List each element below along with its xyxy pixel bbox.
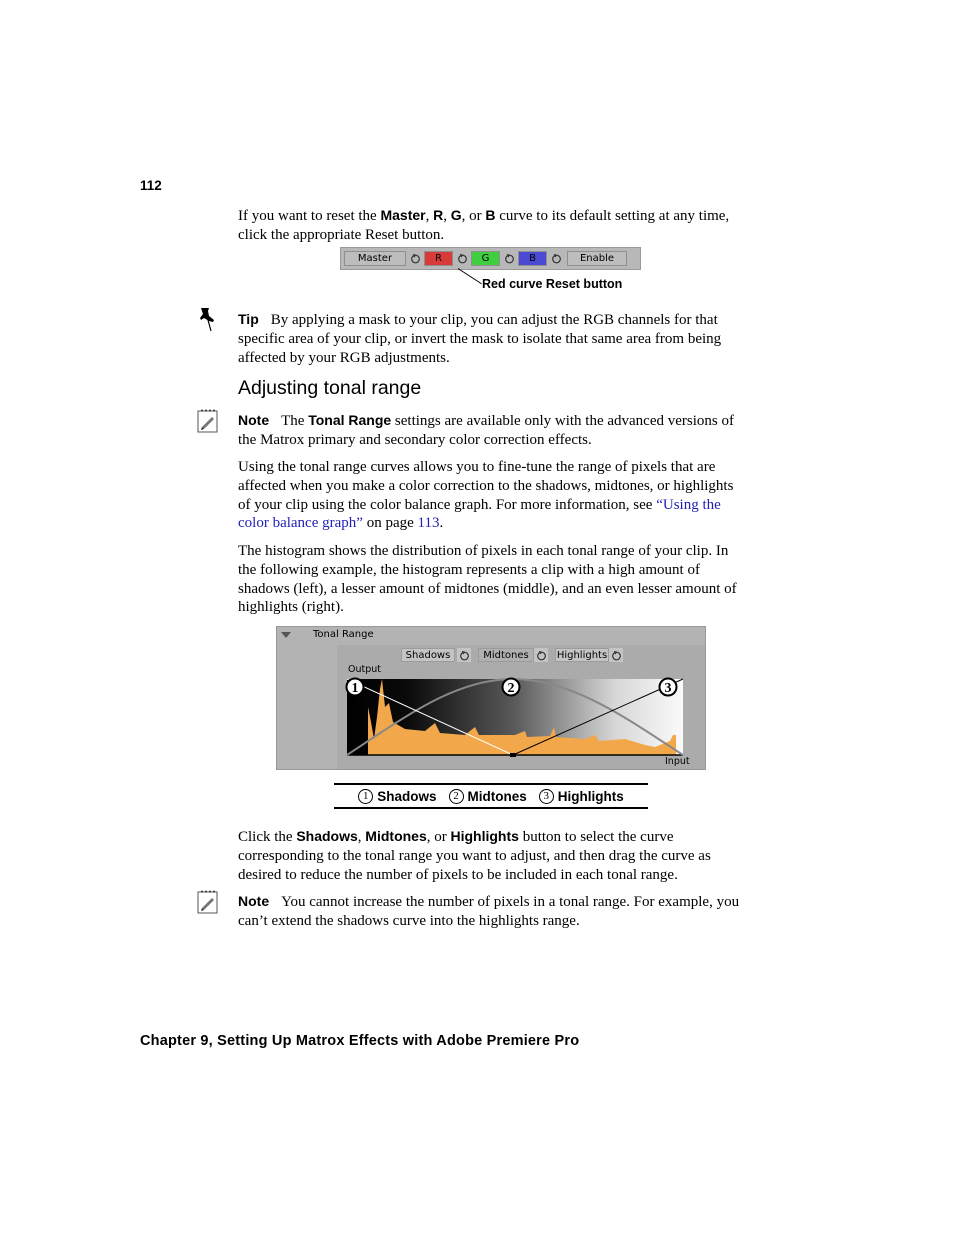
highlights-reset-icon[interactable]	[609, 648, 623, 662]
shadows-button[interactable]: Shadows	[401, 648, 455, 662]
green-reset-icon[interactable]	[502, 251, 516, 266]
svg-text:1: 1	[352, 681, 359, 696]
section-heading: Adjusting tonal range	[238, 377, 422, 399]
intro-paragraph: If you want to reset the Master, R, G, o…	[238, 207, 730, 243]
legend-item-midtones: 2 Midtones	[448, 788, 527, 804]
legend-item-highlights: 3 Highlights	[538, 788, 624, 804]
b-button[interactable]: B	[518, 251, 547, 266]
midtones-reset-icon[interactable]	[534, 648, 548, 662]
marker-1: 1	[345, 677, 365, 697]
master-reset-icon[interactable]	[408, 251, 422, 266]
highlights-button[interactable]: Highlights	[555, 648, 609, 662]
svg-text:3: 3	[665, 681, 672, 696]
collapse-triangle-icon[interactable]	[281, 632, 291, 638]
output-axis-label: Output	[348, 664, 381, 675]
callout-line	[457, 268, 482, 285]
curve-handle[interactable]	[510, 753, 516, 757]
enable-button[interactable]: Enable	[567, 251, 627, 266]
pushpin-icon	[199, 307, 217, 338]
shadows-reset-icon[interactable]	[457, 648, 471, 662]
bold-term: B	[485, 207, 496, 223]
tonal-curves-paragraph: Using the tonal range curves allows you …	[238, 459, 734, 532]
page-113-link[interactable]: 113	[418, 515, 440, 531]
marker-2: 2	[501, 677, 521, 697]
marker-3: 3	[658, 677, 678, 697]
callout-label: Red curve Reset button	[482, 277, 623, 291]
note-icon	[197, 408, 219, 439]
note1-paragraph: Note The Tonal Range settings are availab…	[238, 411, 748, 450]
note2-label: Note	[238, 893, 270, 909]
tonal-range-panel: Tonal Range Shadows Midtones Highlights …	[276, 626, 706, 770]
r-button[interactable]: R	[424, 251, 453, 266]
tonal-legend: 1 Shadows 2 Midtones 3 Highlights	[334, 783, 648, 809]
master-button[interactable]: Master	[344, 251, 406, 266]
bold-term: Shadows	[296, 828, 358, 844]
histogram-paragraph: The histogram shows the distribution of …	[238, 543, 737, 616]
note2-text: You cannot increase the number of pixels…	[238, 894, 740, 929]
svg-text:2: 2	[508, 681, 515, 696]
midtones-button[interactable]: Midtones	[478, 648, 534, 662]
page-number: 112	[140, 178, 162, 193]
note-icon	[197, 889, 219, 920]
tip-label: Tip	[238, 311, 259, 327]
legend-item-shadows: 1 Shadows	[358, 788, 437, 804]
panel-title: Tonal Range	[313, 629, 374, 640]
red-reset-icon[interactable]	[455, 251, 469, 266]
note1-text: The Tonal Range settings are available o…	[238, 412, 734, 448]
note1-label: Note	[238, 412, 270, 428]
g-button[interactable]: G	[471, 251, 500, 266]
bold-term: Midtones	[365, 828, 427, 844]
chapter-footer: Chapter 9, Setting Up Matrox Effects wit…	[140, 1033, 580, 1049]
tip-paragraph: Tip By applying a mask to your clip, you …	[238, 310, 748, 367]
bold-term: Tonal Range	[308, 412, 392, 428]
bold-term: Highlights	[450, 828, 519, 844]
note2-paragraph: Note You cannot increase the number of pi…	[238, 892, 748, 931]
tonal-curve-graph[interactable]: 1 2 3	[345, 677, 687, 759]
tip-text: By applying a mask to your clip, you can…	[238, 312, 722, 366]
bold-term: Master	[380, 207, 426, 223]
bold-term: G	[450, 207, 462, 223]
rgb-reset-bar: Master R G B Enable	[340, 247, 641, 270]
blue-reset-icon[interactable]	[549, 251, 563, 266]
click-buttons-paragraph: Click the Shadows, Midtones, or Highligh…	[238, 828, 711, 883]
bold-term: R	[433, 207, 444, 223]
